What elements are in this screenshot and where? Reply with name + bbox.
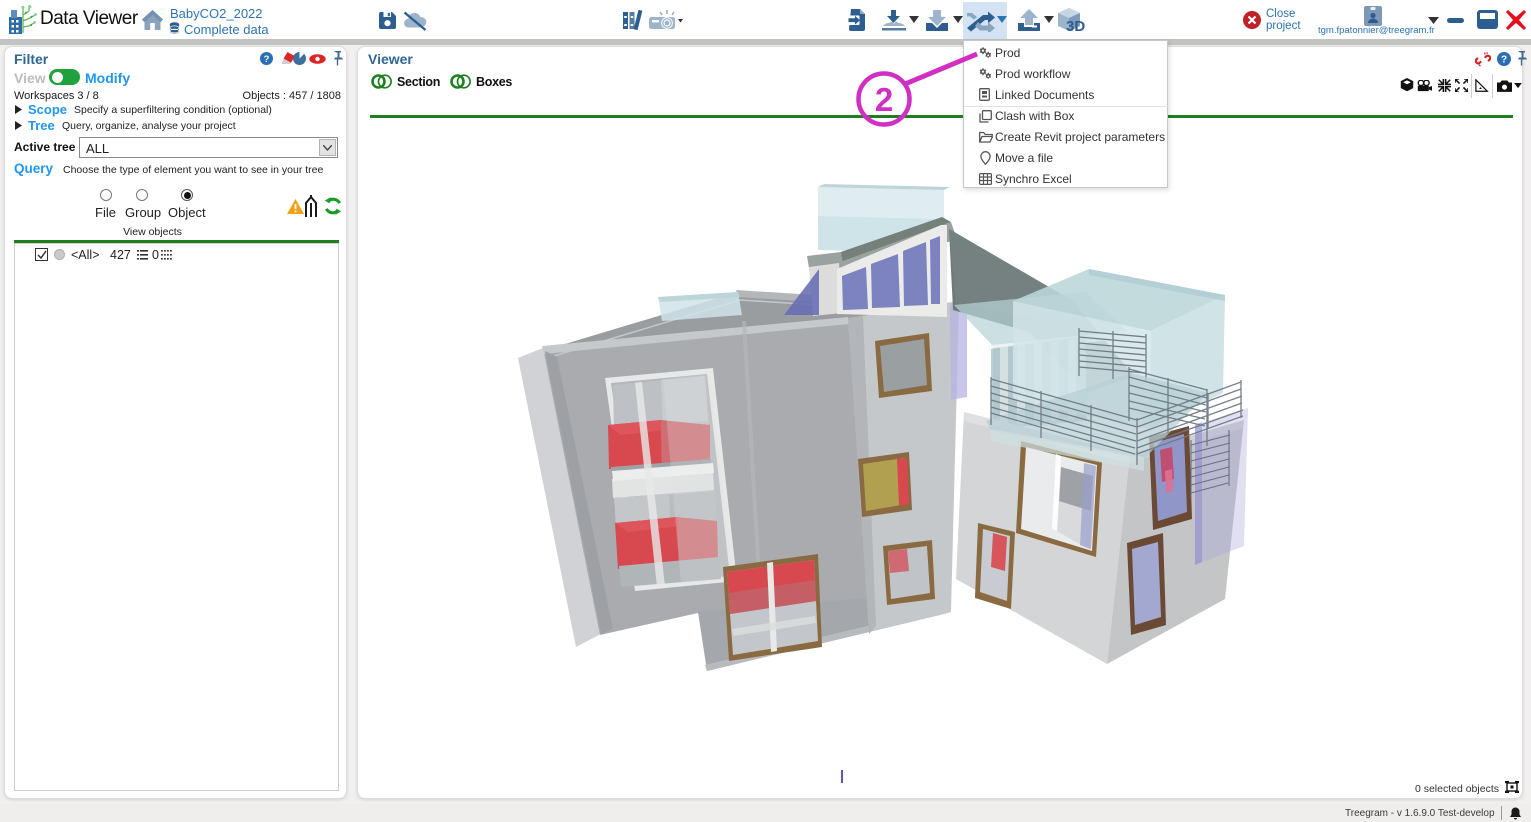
- svg-text:?: ?: [264, 54, 270, 65]
- svg-text:2: 2: [875, 81, 893, 118]
